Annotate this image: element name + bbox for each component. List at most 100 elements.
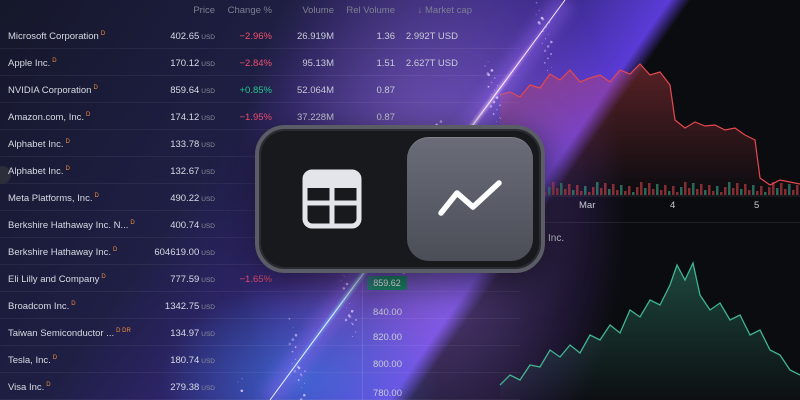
- volume-bar: [608, 189, 611, 195]
- x-tick-mar: Mar: [579, 200, 596, 211]
- volume-bar: [792, 190, 795, 195]
- volume-bar: [700, 184, 703, 195]
- volume-bar: [632, 192, 635, 195]
- row-symbol-name[interactable]: Taiwan Semiconductor ... D DR: [8, 328, 131, 339]
- volume-bar: [768, 187, 771, 195]
- row-symbol-name[interactable]: NVIDIA Corporation D: [8, 85, 98, 96]
- row-market-cap: 2.627T USD: [405, 58, 458, 69]
- row-flag: D: [46, 382, 51, 388]
- volume-bar: [596, 182, 599, 195]
- row-flag: D: [86, 112, 91, 118]
- row-change: +0.85%: [239, 85, 273, 96]
- volume-bar: [684, 182, 687, 195]
- view-toggle: [255, 125, 545, 273]
- top-chart-area: [500, 64, 800, 195]
- volume-bar: [784, 189, 787, 195]
- row-rel-volume: 0.87: [376, 112, 396, 123]
- header-price[interactable]: Price: [193, 5, 215, 16]
- header-rel-volume[interactable]: Rel Volume: [346, 5, 395, 16]
- table-header: Price Change % Volume Rel Volume ↓ Marke…: [0, 0, 520, 22]
- volume-bar: [744, 184, 747, 195]
- row-symbol-name[interactable]: Tesla, Inc. D: [8, 355, 57, 366]
- header-change[interactable]: Change %: [228, 5, 272, 16]
- row-currency: USD: [201, 358, 215, 365]
- y-tick-800: 800.00: [372, 359, 402, 370]
- volume-bar: [648, 183, 651, 195]
- volume-bar: [788, 184, 791, 195]
- volume-bar: [756, 191, 759, 195]
- volume-bar: [620, 185, 623, 195]
- table-row[interactable]: Microsoft Corporation D 402.65 USD −2.96% 26.…: [0, 22, 520, 49]
- row-symbol-name[interactable]: Berkshire Hathaway Inc. N... D: [8, 220, 135, 231]
- row-symbol-name[interactable]: Alphabet Inc. D: [8, 139, 70, 150]
- row-symbol-name[interactable]: Microsoft Corporation D: [8, 31, 105, 42]
- row-symbol-name[interactable]: Broadcom Inc. D: [8, 301, 76, 312]
- row-price: 180.74 USD: [170, 355, 215, 366]
- volume-bar: [548, 187, 551, 195]
- x-tick-4: 4: [670, 200, 676, 211]
- line-chart-icon: [438, 180, 502, 216]
- volume-bar: [772, 182, 775, 195]
- volume-bar: [656, 184, 659, 195]
- row-symbol-name[interactable]: Meta Platforms, Inc. D: [8, 193, 99, 204]
- volume-bar: [748, 190, 751, 195]
- volume-bar: [624, 191, 627, 195]
- row-symbol-name[interactable]: Visa Inc. D: [8, 382, 51, 393]
- volume-bar: [716, 186, 719, 195]
- volume-bar: [780, 183, 783, 195]
- row-flag: D: [65, 166, 70, 172]
- volume-bar: [568, 184, 571, 195]
- row-rel-volume: 0.87: [376, 85, 396, 96]
- bottom-chart-y-axis: 840.00 820.00 800.00 780.00: [362, 275, 408, 400]
- volume-bar: [576, 185, 579, 195]
- row-currency: USD: [201, 277, 215, 284]
- row-symbol-name[interactable]: Alphabet Inc. D: [8, 166, 70, 177]
- header-volume[interactable]: Volume: [302, 5, 334, 16]
- row-volume: 26.919M: [297, 31, 334, 42]
- row-price: 170.12 USD: [170, 58, 215, 69]
- top-price-chart[interactable]: [500, 0, 800, 220]
- row-currency: USD: [201, 196, 215, 203]
- row-flag: D: [100, 31, 106, 37]
- row-symbol-name[interactable]: Apple Inc. D: [8, 58, 57, 69]
- row-change: −2.96%: [239, 31, 273, 42]
- header-market-cap[interactable]: ↓ Market cap: [418, 5, 472, 16]
- row-symbol-name[interactable]: Amazon.com, Inc. D: [8, 112, 90, 123]
- volume-bar: [552, 182, 555, 195]
- volume-bar: [584, 186, 587, 195]
- volume-bar: [708, 185, 711, 195]
- y-tick-840: 840.00: [372, 307, 402, 318]
- volume-bar: [732, 188, 735, 195]
- volume-bar: [760, 186, 763, 195]
- x-tick-5: 5: [754, 200, 760, 211]
- table-view-button[interactable]: [269, 137, 395, 261]
- volume-bar: [660, 190, 663, 195]
- row-price: 132.67 USD: [170, 166, 215, 177]
- row-flag: D: [101, 274, 106, 280]
- row-price: 279.38 USD: [170, 382, 215, 393]
- volume-bar: [736, 183, 739, 195]
- volume-bar: [628, 186, 631, 195]
- chart-view-button[interactable]: [407, 137, 533, 261]
- row-price: 174.12 USD: [170, 112, 215, 123]
- volume-bar: [644, 188, 647, 195]
- row-change: −2.84%: [239, 58, 273, 69]
- volume-bar: [676, 192, 679, 195]
- volume-bar: [600, 188, 603, 195]
- row-currency: USD: [201, 61, 215, 68]
- row-flag: D DR: [116, 328, 131, 334]
- row-flag: D: [94, 193, 99, 199]
- row-currency: USD: [201, 385, 215, 392]
- table-row[interactable]: Apple Inc. D 170.12 USD −2.84% 95.13M 1.51 2.62…: [0, 49, 520, 76]
- volume-bar: [592, 187, 595, 195]
- row-market-cap: 2.992T USD: [405, 31, 458, 42]
- table-row[interactable]: NVIDIA Corporation D 859.64 USD +0.85% 52.064…: [0, 76, 520, 103]
- row-flag: D: [52, 355, 58, 361]
- row-symbol-name[interactable]: Berkshire Hathaway Inc. D: [8, 247, 117, 258]
- volume-bar: [640, 182, 643, 195]
- row-symbol-name[interactable]: Eli Lilly and Company D: [8, 274, 106, 285]
- row-price: 1342.75 USD: [164, 301, 215, 312]
- row-volume: 95.13M: [302, 58, 334, 69]
- row-flag: D: [52, 58, 57, 64]
- row-price: 402.65 USD: [170, 31, 215, 42]
